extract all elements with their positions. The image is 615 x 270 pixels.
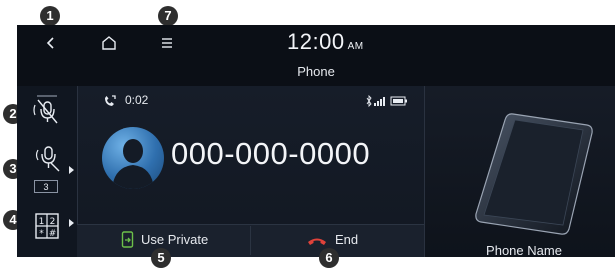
svg-text:#: #: [49, 229, 57, 239]
battery-icon: [390, 96, 407, 106]
mic-volume-level: 3: [34, 180, 58, 193]
callout-6: 6: [319, 248, 339, 268]
outgoing-call-icon: [105, 95, 116, 106]
svg-text:*: *: [39, 229, 44, 239]
clock-time: 12:00: [287, 29, 345, 54]
signal-icon: [374, 97, 385, 106]
expand-arrow-icon: [69, 166, 74, 174]
microphone-volume-button[interactable]: [31, 143, 63, 177]
home-button[interactable]: [99, 33, 119, 53]
status-indicators: [366, 95, 407, 107]
top-bar: 12:00 AM: [17, 25, 615, 61]
phone-device-image: [475, 113, 593, 235]
phone-screen: 12:00 AM Phone 3 1 2 * # 0:02 000-000-00…: [17, 25, 615, 257]
clock-ampm: AM: [347, 41, 364, 52]
end-call-button[interactable]: End: [307, 231, 407, 251]
use-private-label: Use Private: [141, 232, 209, 247]
dial-keypad-button[interactable]: 1 2 * #: [31, 211, 63, 245]
person-icon: [112, 139, 154, 189]
page-title: Phone: [297, 64, 335, 79]
callout-5: 5: [151, 248, 171, 268]
contact-avatar: [102, 127, 164, 189]
divider: [424, 86, 425, 257]
menu-button[interactable]: [157, 33, 177, 53]
use-private-button[interactable]: Use Private: [121, 231, 251, 251]
svg-text:1: 1: [39, 217, 45, 227]
home-icon: [102, 36, 116, 50]
callout-1: 1: [40, 6, 60, 26]
chevron-left-icon: [46, 37, 54, 49]
phone-number: 000-000-0000: [171, 136, 371, 171]
call-duration: 0:02: [125, 93, 149, 107]
expand-arrow-icon: [69, 219, 74, 227]
bluetooth-icon: [366, 95, 372, 107]
end-call-icon: [308, 238, 326, 245]
microphone-volume-icon: [35, 146, 60, 172]
end-call-label: End: [335, 232, 359, 247]
clock: 12:00 AM: [287, 29, 364, 55]
dial-keypad-icon: 1 2 * #: [35, 213, 59, 239]
svg-text:2: 2: [50, 217, 56, 227]
mute-microphone-button[interactable]: [31, 93, 63, 127]
back-button[interactable]: [41, 33, 61, 53]
microphone-mute-icon: [33, 95, 58, 124]
callout-7: 7: [158, 6, 178, 26]
menu-icon: [162, 38, 172, 48]
device-name: Phone Name: [486, 243, 562, 257]
handset-transfer-icon: [121, 231, 134, 248]
